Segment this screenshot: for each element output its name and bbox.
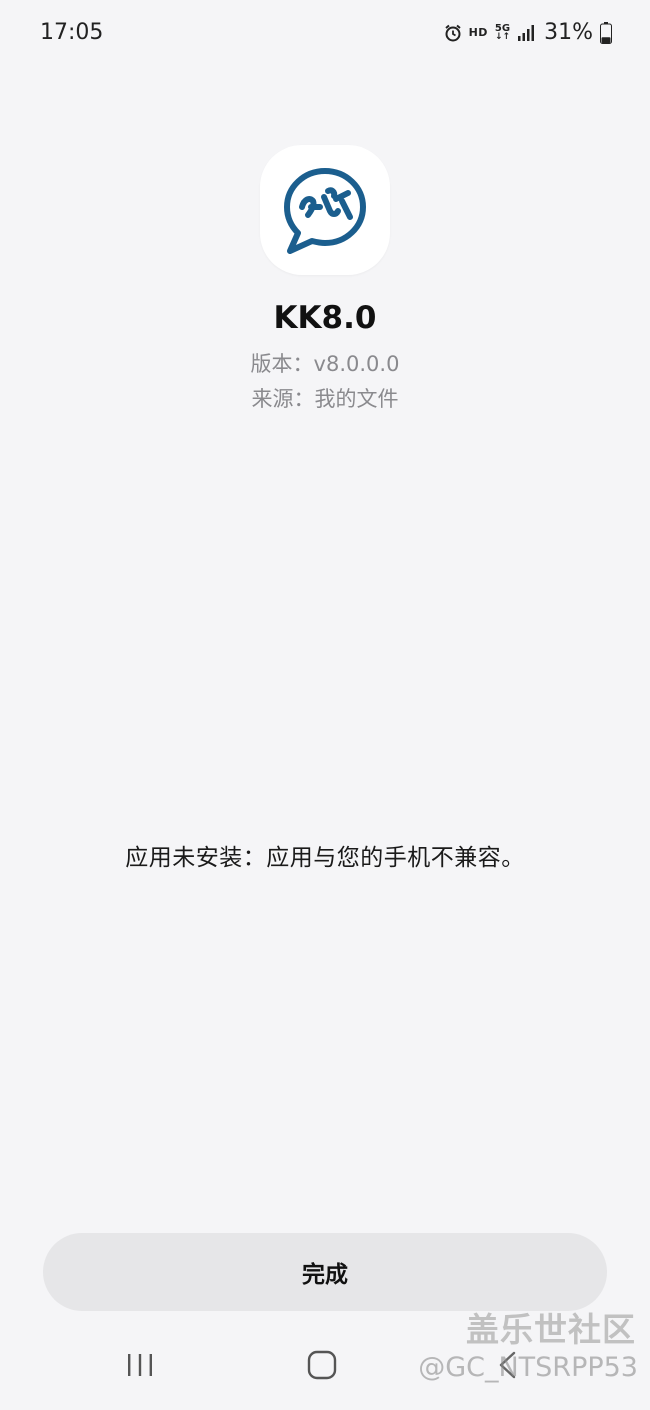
app-source: 来源：我的文件 bbox=[251, 387, 399, 411]
network-badge: 5G ↓↑ bbox=[494, 23, 511, 42]
network-arrows: ↓↑ bbox=[494, 31, 511, 42]
recents-icon[interactable] bbox=[120, 1345, 160, 1385]
app-icon bbox=[260, 145, 390, 275]
hd-badge: HD bbox=[468, 26, 488, 39]
status-bar: 17:05 HD 5G ↓↑ 31% bbox=[0, 0, 650, 70]
app-name: KK8.0 bbox=[273, 300, 377, 336]
done-button[interactable]: 完成 bbox=[43, 1233, 607, 1311]
alarm-icon bbox=[444, 24, 462, 42]
app-version: 版本：v8.0.0.0 bbox=[250, 352, 400, 376]
kk-chat-bubble-logo-icon bbox=[284, 168, 366, 254]
battery-percent: 31% bbox=[544, 20, 593, 45]
status-time: 17:05 bbox=[40, 20, 104, 45]
signal-icon bbox=[517, 24, 535, 42]
status-indicators: HD 5G ↓↑ 31% bbox=[444, 20, 612, 45]
home-icon[interactable] bbox=[300, 1345, 344, 1385]
watermark-brand: 盖乐世社区 bbox=[466, 1310, 636, 1349]
battery-icon bbox=[600, 21, 612, 44]
watermark-user: @GC_NTSRPP53 bbox=[418, 1352, 638, 1383]
install-error-message: 应用未安装：应用与您的手机不兼容。 bbox=[125, 845, 525, 871]
